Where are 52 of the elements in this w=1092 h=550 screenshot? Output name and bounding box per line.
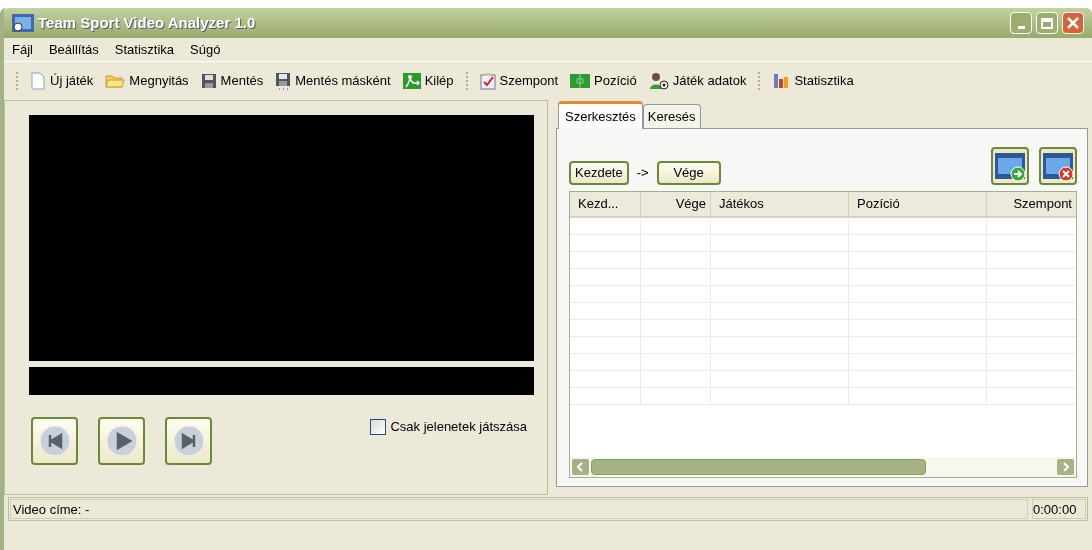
start-button[interactable]: Kezdete [569, 161, 629, 185]
status-time: 0:00:00 [1032, 499, 1086, 519]
pitch-icon [570, 74, 591, 88]
column-header[interactable]: Kezd... [570, 192, 640, 216]
close-icon [1067, 17, 1079, 29]
scroll-right-icon [1057, 459, 1074, 475]
column-header[interactable]: Pozíció [848, 192, 986, 216]
add-clip-button[interactable] [991, 147, 1029, 185]
player-ball-icon [648, 72, 669, 90]
clipboard-check-icon [479, 72, 496, 90]
floppy-disk-icon [275, 72, 292, 90]
player-button[interactable] [31, 417, 78, 465]
toolbar-button[interactable]: Megnyitás [101, 69, 193, 93]
checkbox[interactable] [370, 418, 387, 435]
play-icon [105, 425, 138, 457]
column-header[interactable]: Vége [640, 192, 710, 216]
bar-chart-icon [772, 72, 791, 90]
status-text: Video címe: - [10, 499, 1028, 519]
checkbox-label: Csak jelenetek játszása [390, 418, 527, 436]
scroll-left-icon [572, 459, 589, 475]
end-button[interactable]: Vége [656, 161, 721, 185]
exit-icon [402, 73, 421, 89]
menu-item[interactable]: Fájl [12, 39, 33, 60]
film-delete-icon [1042, 150, 1074, 182]
skip-back-icon [38, 425, 71, 457]
remove-clip-button[interactable] [1039, 147, 1077, 185]
toolbar-button[interactable]: Mentés másként [271, 69, 395, 93]
film-forward-icon [994, 150, 1026, 182]
document-icon [30, 72, 46, 90]
menu-item[interactable]: Beállítás [48, 39, 99, 60]
toolbar-button[interactable]: Új játék [26, 69, 98, 93]
skip-forward-icon [172, 425, 205, 457]
tab[interactable]: Keresés [642, 104, 701, 128]
horizontal-scrollbar[interactable] [570, 457, 1076, 477]
toolbar-button[interactable]: Statisztika [768, 69, 858, 93]
toolbar-button[interactable]: Játék adatok [644, 69, 751, 93]
arrow-text: -> [636, 163, 649, 182]
window-title: Team Sport Video Analyzer 1.0 [38, 12, 256, 33]
folder-icon [105, 73, 126, 89]
toolbar-button[interactable]: Kilép [398, 69, 458, 93]
tab[interactable]: Szerkesztés [558, 101, 643, 129]
film-ball-icon [12, 14, 34, 32]
column-header[interactable]: Játékos [710, 192, 848, 216]
toolbar-button[interactable]: Pozíció [566, 69, 641, 93]
toolbar-button[interactable]: Szempont [475, 69, 563, 93]
menu-item[interactable]: Statisztika [114, 39, 175, 60]
player-button[interactable] [98, 417, 145, 465]
column-header[interactable]: Szempont [986, 192, 1076, 216]
close-button[interactable] [1062, 12, 1084, 34]
toolbar-button[interactable]: Mentés [196, 69, 268, 93]
menu-item[interactable]: Súgó [190, 39, 221, 60]
player-button[interactable] [165, 417, 212, 465]
